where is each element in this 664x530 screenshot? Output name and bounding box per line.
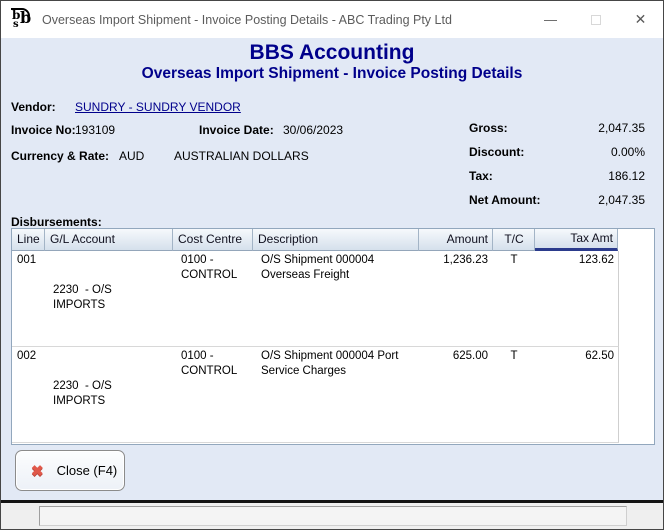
currency-code: AUD [119,149,144,163]
tax-value: 186.12 [608,169,645,193]
status-bar [1,503,663,529]
close-button-label: Close (F4) [57,463,118,478]
invoice-date-label: Invoice Date: [199,123,274,137]
cell-amount: 1,236.23 [419,253,493,343]
column-header-description[interactable]: Description [253,229,419,251]
tax-label: Tax: [469,169,493,193]
net-amount-value: 2,047.35 [598,193,645,217]
invoice-no-label: Invoice No: [11,123,76,137]
cell-description: O/S Shipment 000004Overseas Freight [253,253,419,343]
column-header-tax-amt[interactable]: Tax Amt [535,229,618,251]
window-controls: — ✕ [528,1,663,38]
vendor-link[interactable]: SUNDRY - SUNDRY VENDOR [75,100,241,114]
column-header-amount[interactable]: Amount [419,229,493,251]
close-x-icon: ✖ [31,462,44,480]
maximize-icon [573,1,618,38]
cell-cost-centre: 0100 -CONTROL [173,349,253,439]
currency-name: AUSTRALIAN DOLLARS [174,149,309,163]
app-window: bbs Overseas Import Shipment - Invoice P… [0,0,664,530]
app-logo-icon: bbs [10,8,34,32]
column-header-gl-account[interactable]: G/L Account [45,229,173,251]
cell-description: O/S Shipment 000004 PortService Charges [253,349,419,439]
app-title: BBS Accounting [1,38,663,65]
table-row[interactable]: 001 2230 - O/SIMPORTS 0100 -CONTROL O/S … [12,251,619,347]
cell-line: 001 [12,253,45,343]
discount-row: Discount: 0.00% [469,145,645,169]
table-header-row: Line G/L Account Cost Centre Description… [12,229,654,251]
cell-amount: 625.00 [419,349,493,439]
cell-tc: T [493,253,535,343]
gross-row: Gross: 2,047.35 [469,121,645,145]
status-message-box [39,506,627,526]
invoice-date-value: 30/06/2023 [283,123,343,137]
close-window-icon[interactable]: ✕ [618,1,663,38]
invoice-no-value: 193109 [75,123,115,137]
cell-tax-amt: 62.50 [535,349,618,439]
vendor-label: Vendor: [11,100,56,114]
totals-panel: Gross: 2,047.35 Discount: 0.00% Tax: 186… [469,121,645,217]
page-title: Overseas Import Shipment - Invoice Posti… [1,65,663,83]
table-row[interactable]: 002 2230 - O/SIMPORTS 0100 -CONTROL O/S … [12,347,619,443]
gross-value: 2,047.35 [598,121,645,145]
gross-label: Gross: [469,121,508,145]
discount-value: 0.00% [611,145,645,169]
cell-tax-amt: 123.62 [535,253,618,343]
close-button[interactable]: ✖ Close (F4) [15,450,125,491]
discount-label: Discount: [469,145,524,169]
column-header-line[interactable]: Line [12,229,45,251]
cell-gl-account: 2230 - O/SIMPORTS [45,253,173,343]
minimize-icon[interactable]: — [528,1,573,38]
currency-label: Currency & Rate: [11,149,109,163]
column-header-tc[interactable]: T/C [493,229,535,251]
column-header-cost-centre[interactable]: Cost Centre [173,229,253,251]
window-title: Overseas Import Shipment - Invoice Posti… [42,13,452,27]
cell-gl-account: 2230 - O/SIMPORTS [45,349,173,439]
dialog-content: BBS Accounting Overseas Import Shipment … [1,38,663,500]
cell-tc: T [493,349,535,439]
tax-row: Tax: 186.12 [469,169,645,193]
cell-line: 002 [12,349,45,439]
disbursements-label: Disbursements: [11,215,102,229]
disbursements-table: Line G/L Account Cost Centre Description… [11,228,655,445]
title-bar: bbs Overseas Import Shipment - Invoice P… [1,1,663,38]
cell-cost-centre: 0100 -CONTROL [173,253,253,343]
net-amount-row: Net Amount: 2,047.35 [469,193,645,217]
net-amount-label: Net Amount: [469,193,541,217]
